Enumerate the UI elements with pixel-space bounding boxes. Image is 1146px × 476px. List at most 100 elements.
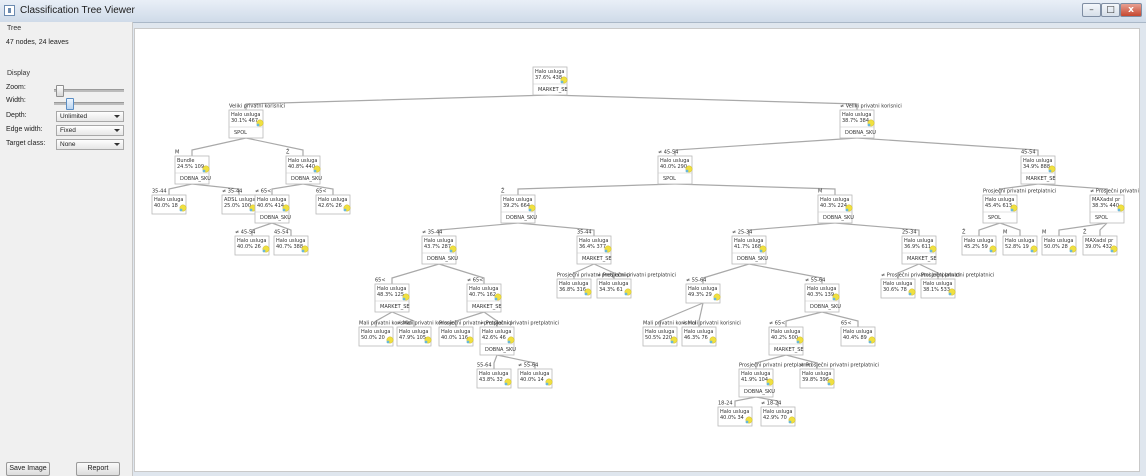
- tree-node[interactable]: Halo usluga49.3% 29: [685, 283, 721, 304]
- tree-node[interactable]: Halo usluga40.4% 89: [840, 326, 876, 347]
- tree-node[interactable]: MAXadsl pr38.3% 440SPOL: [1089, 194, 1125, 224]
- tree-edge: [517, 183, 676, 195]
- class-distribution-dot-icon: [262, 249, 266, 253]
- tree-node[interactable]: Halo usluga40.0% 14: [517, 368, 553, 389]
- edge-label: ≠ 25-34: [732, 230, 752, 236]
- class-distribution-dot-icon: [282, 208, 286, 212]
- tree-node[interactable]: Halo usluga39.8% 396: [799, 368, 835, 389]
- edge-label: ≠ 65<: [769, 321, 785, 327]
- tree-node[interactable]: Halo usluga42.6% 46DOBNA_SKU: [479, 326, 516, 356]
- tree-node[interactable]: Halo usluga40.0% 116: [438, 326, 474, 347]
- tree-node[interactable]: Halo usluga40.6% 414DOBNA_SKU: [254, 194, 291, 224]
- tree-node[interactable]: Halo usluga40.0% 18: [151, 194, 187, 215]
- node-stats: 37.6% 438: [535, 75, 562, 81]
- zoom-slider-thumb[interactable]: [56, 85, 64, 97]
- tree-node[interactable]: Halo usluga45.2% 59: [961, 235, 997, 256]
- tree-node[interactable]: Halo usluga40.0% 34: [717, 406, 753, 427]
- node-stats: 42.6% 46: [482, 335, 506, 341]
- tree-node[interactable]: Halo usluga36.8% 316: [556, 278, 592, 299]
- tree-node[interactable]: Halo usluga41.9% 104DOBNA_SKU: [738, 368, 775, 398]
- tree-edge: [549, 94, 858, 110]
- tree-node[interactable]: Bundle24.5% 109DOBNA_SKU: [174, 155, 211, 185]
- chevron-down-icon: [114, 129, 120, 132]
- class-distribution-dot-icon: [845, 208, 849, 212]
- tree-edge: [734, 396, 757, 407]
- tree-node[interactable]: Halo usluga48.3% 125MARKET_SE: [374, 283, 410, 313]
- tree-node[interactable]: Halo usluga34.9% 888MARKET_SE: [1020, 155, 1056, 185]
- edge-label: ≠ 45-54: [658, 150, 678, 156]
- width-slider-thumb[interactable]: [66, 98, 74, 110]
- tree-node[interactable]: Halo usluga40.2% 500MARKET_SE: [768, 326, 804, 356]
- depth-select[interactable]: Unlimited: [56, 111, 124, 122]
- tree-canvas: Veliki privatni korisnici ≠ Veliki privat…: [134, 28, 1140, 472]
- width-slider[interactable]: [54, 98, 124, 110]
- class-distribution-dot-icon: [528, 208, 532, 212]
- tree-node[interactable]: Halo usluga37.6% 438MARKET_SE: [532, 66, 568, 96]
- node-stats: 40.4% 89: [843, 335, 867, 341]
- class-distribution-dot-icon: [249, 208, 253, 212]
- tree-edge: [271, 183, 304, 195]
- save-image-button[interactable]: Save Image: [6, 462, 50, 476]
- tree-node[interactable]: Halo usluga39.2% 664DOBNA_SKU: [500, 194, 537, 224]
- tree-node[interactable]: Halo usluga30.6% 78: [880, 278, 916, 299]
- close-button[interactable]: x: [1120, 3, 1142, 17]
- tree-node[interactable]: ADSL usluga25.0% 100: [221, 194, 257, 215]
- edge-label: 45-54: [1021, 150, 1036, 156]
- tree-node[interactable]: Halo usluga50.0% 20: [358, 326, 394, 347]
- class-distribution-dot-icon: [827, 382, 831, 386]
- tree-node[interactable]: Halo usluga36.4% 377MARKET_SE: [576, 235, 612, 265]
- tree-node[interactable]: Halo usluga42.9% 70: [760, 406, 796, 427]
- class-distribution-dot-icon: [989, 249, 993, 253]
- edge-label: Veliki privatni korisnici: [229, 104, 285, 110]
- tree-node[interactable]: Halo usluga50.5% 220: [642, 326, 678, 347]
- edge-label: Ž: [286, 148, 290, 156]
- window-title: Classification Tree Viewer: [20, 5, 135, 16]
- edge-label: ≠ Prosječni privatni pretplatnici: [800, 362, 879, 369]
- tree-node[interactable]: Halo usluga40.0% 26: [234, 235, 270, 256]
- tree-node[interactable]: Halo usluga42.6% 26: [315, 194, 351, 215]
- target-class-select[interactable]: None: [56, 139, 124, 150]
- class-distribution-dot-icon: [301, 249, 305, 253]
- tree-node[interactable]: Halo usluga50.0% 28: [1041, 235, 1077, 256]
- tree-node[interactable]: Halo usluga43.7% 287DOBNA_SKU: [421, 235, 458, 265]
- edge-width-select[interactable]: Fixed: [56, 125, 124, 136]
- tree-node[interactable]: Halo usluga45.4% 613SPOL: [982, 194, 1018, 224]
- tree-node[interactable]: Halo usluga46.3% 76: [681, 326, 717, 347]
- node-split-attribute: MARKET_SE: [774, 347, 804, 353]
- tree-node[interactable]: Halo usluga38.7% 384DOBNA_SKU: [839, 109, 876, 139]
- tree-node[interactable]: Halo usluga52.8% 19: [1002, 235, 1038, 256]
- node-stats: 41.9% 104: [741, 377, 768, 383]
- tree-node[interactable]: Halo usluga47.9% 105: [396, 326, 432, 347]
- tree-node[interactable]: MAXadsl pr39.0% 432: [1082, 235, 1118, 256]
- class-distribution-dot-icon: [796, 340, 800, 344]
- node-stats: 34.3% 61: [599, 287, 623, 293]
- tree-node[interactable]: Halo usluga34.3% 61: [596, 278, 632, 299]
- minimize-button[interactable]: –: [1082, 3, 1101, 17]
- tree-group-title: Tree: [7, 25, 22, 32]
- tree-node[interactable]: Halo usluga30.1% 467SPOL: [228, 109, 264, 139]
- tree-node[interactable]: Halo usluga43.8% 32: [476, 368, 512, 389]
- tree-node[interactable]: Halo usluga40.8% 440DOBNA_SKU: [285, 155, 322, 185]
- tree-node[interactable]: Halo usluga36.9% 611MARKET_SE: [901, 235, 937, 265]
- tree-node[interactable]: Halo usluga40.0% 290SPOL: [657, 155, 693, 185]
- node-stats: 50.0% 20: [361, 335, 385, 341]
- node-stats: 40.0% 116: [441, 335, 468, 341]
- edge-label: ≠ 65<: [255, 189, 271, 195]
- app-icon: [4, 5, 15, 16]
- maximize-button[interactable]: □: [1101, 3, 1120, 17]
- tree-node[interactable]: Halo usluga40.3% 139DOBNA_SKU: [804, 283, 841, 313]
- node-stats: 47.9% 105: [399, 335, 426, 341]
- tree-edge: [438, 222, 519, 236]
- zoom-slider[interactable]: [54, 85, 124, 97]
- edge-label: ≠ 18-24: [761, 401, 781, 407]
- tree-node[interactable]: Halo usluga40.7% 162MARKET_SE: [466, 283, 502, 313]
- class-distribution-dot-icon: [832, 297, 836, 301]
- tree-graph: Veliki privatni korisnici ≠ Veliki privat…: [151, 66, 1139, 427]
- report-button[interactable]: Report: [76, 462, 120, 476]
- tree-node[interactable]: Halo usluga38.1% 533: [920, 278, 956, 299]
- tree-node[interactable]: Halo usluga40.7% 388: [273, 235, 309, 256]
- tree-node[interactable]: Halo usluga40.3% 224DOBNA_SKU: [817, 194, 854, 224]
- edge-label: 65<: [841, 321, 852, 327]
- tree-node[interactable]: Halo usluga41.7% 168DOBNA_SKU: [731, 235, 768, 265]
- edge-label: M: [1003, 230, 1007, 236]
